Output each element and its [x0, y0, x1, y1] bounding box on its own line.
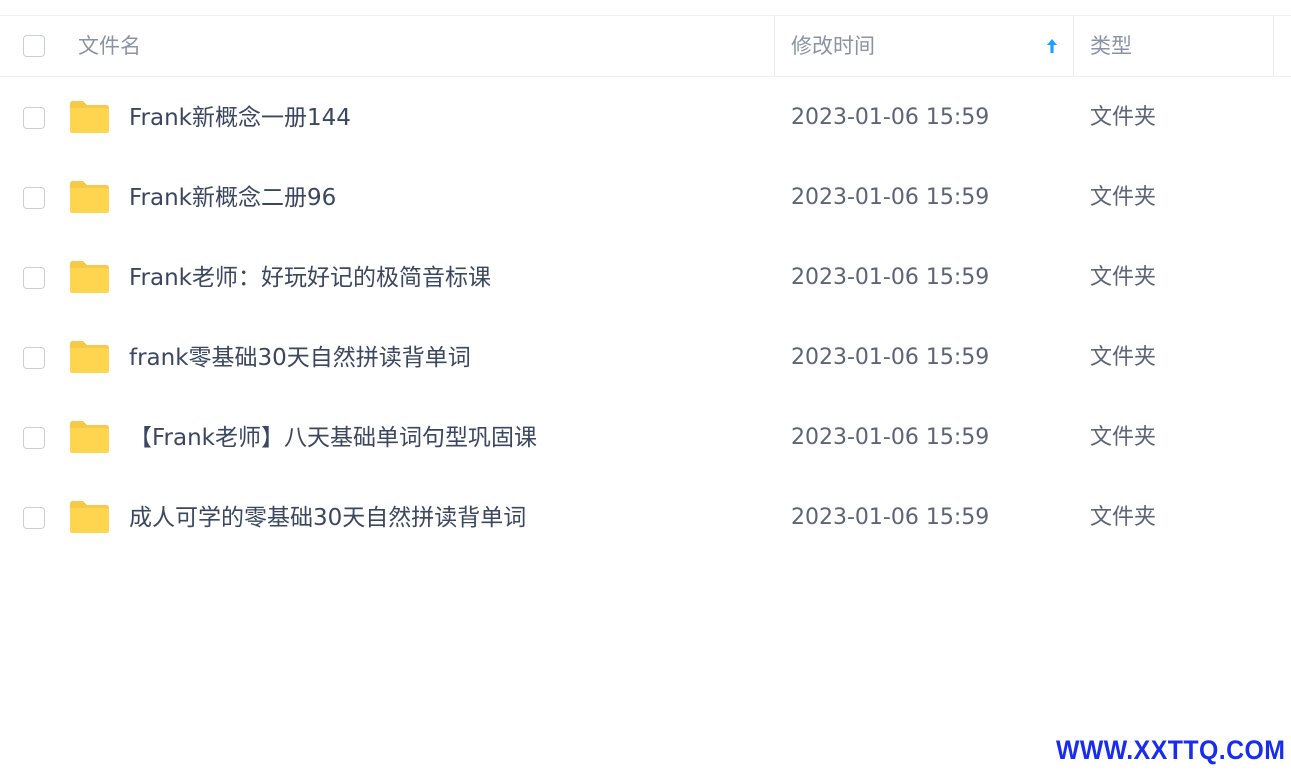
file-type: 文件夹	[1090, 185, 1157, 210]
file-name-link[interactable]: Frank新概念一册144	[129, 78, 351, 158]
folder-icon	[70, 421, 109, 453]
row-checkbox[interactable]	[23, 187, 45, 209]
folder-icon	[70, 101, 109, 133]
file-row[interactable]: frank零基础30天自然拼读背单词 2023-01-06 15:59 文件夹	[0, 318, 1291, 398]
row-checkbox[interactable]	[23, 507, 45, 529]
column-header-name[interactable]: 文件名	[78, 16, 141, 76]
watermark-text: WWW.XXTTQ.COM	[1055, 735, 1285, 765]
sort-ascending-icon[interactable]	[1044, 37, 1060, 55]
file-modified-time: 2023-01-06 15:59	[791, 265, 990, 290]
folder-icon	[70, 181, 109, 213]
column-header-modified[interactable]: 修改时间	[791, 16, 875, 76]
file-row[interactable]: 成人可学的零基础30天自然拼读背单词 2023-01-06 15:59 文件夹	[0, 478, 1291, 558]
column-divider[interactable]	[774, 16, 775, 76]
file-modified-time: 2023-01-06 15:59	[791, 425, 990, 450]
file-modified-time: 2023-01-06 15:59	[791, 345, 990, 370]
file-modified-time: 2023-01-06 15:59	[791, 505, 990, 530]
row-checkbox[interactable]	[23, 107, 45, 129]
file-type: 文件夹	[1090, 425, 1157, 450]
file-list-header: 文件名 修改时间 类型	[0, 16, 1291, 77]
file-list-page: 文件名 修改时间 类型 Frank新概念一册144 2023-01-06 15:5…	[0, 0, 1291, 770]
folder-icon	[70, 501, 109, 533]
column-divider[interactable]	[1073, 16, 1074, 76]
file-modified-time: 2023-01-06 15:59	[791, 105, 990, 130]
file-type: 文件夹	[1090, 505, 1157, 530]
file-row[interactable]: Frank新概念二册96 2023-01-06 15:59 文件夹	[0, 158, 1291, 238]
row-checkbox[interactable]	[23, 267, 45, 289]
folder-icon	[70, 341, 109, 373]
file-row[interactable]: Frank老师：好玩好记的极简音标课 2023-01-06 15:59 文件夹	[0, 238, 1291, 318]
file-name-link[interactable]: frank零基础30天自然拼读背单词	[129, 318, 471, 398]
file-type: 文件夹	[1090, 345, 1157, 370]
select-all-checkbox[interactable]	[23, 35, 45, 57]
file-row[interactable]: Frank新概念一册144 2023-01-06 15:59 文件夹	[0, 78, 1291, 158]
file-type: 文件夹	[1090, 105, 1157, 130]
file-name-link[interactable]: 【Frank老师】八天基础单词句型巩固课	[129, 398, 537, 478]
file-modified-time: 2023-01-06 15:59	[791, 185, 990, 210]
file-name-link[interactable]: Frank老师：好玩好记的极简音标课	[129, 238, 491, 318]
row-checkbox[interactable]	[23, 347, 45, 369]
column-divider[interactable]	[1273, 16, 1274, 76]
row-checkbox[interactable]	[23, 427, 45, 449]
file-row[interactable]: 【Frank老师】八天基础单词句型巩固课 2023-01-06 15:59 文件夹	[0, 398, 1291, 478]
file-name-link[interactable]: 成人可学的零基础30天自然拼读背单词	[129, 478, 526, 558]
file-type: 文件夹	[1090, 265, 1157, 290]
file-name-link[interactable]: Frank新概念二册96	[129, 158, 336, 238]
column-header-type[interactable]: 类型	[1090, 16, 1132, 76]
folder-icon	[70, 261, 109, 293]
